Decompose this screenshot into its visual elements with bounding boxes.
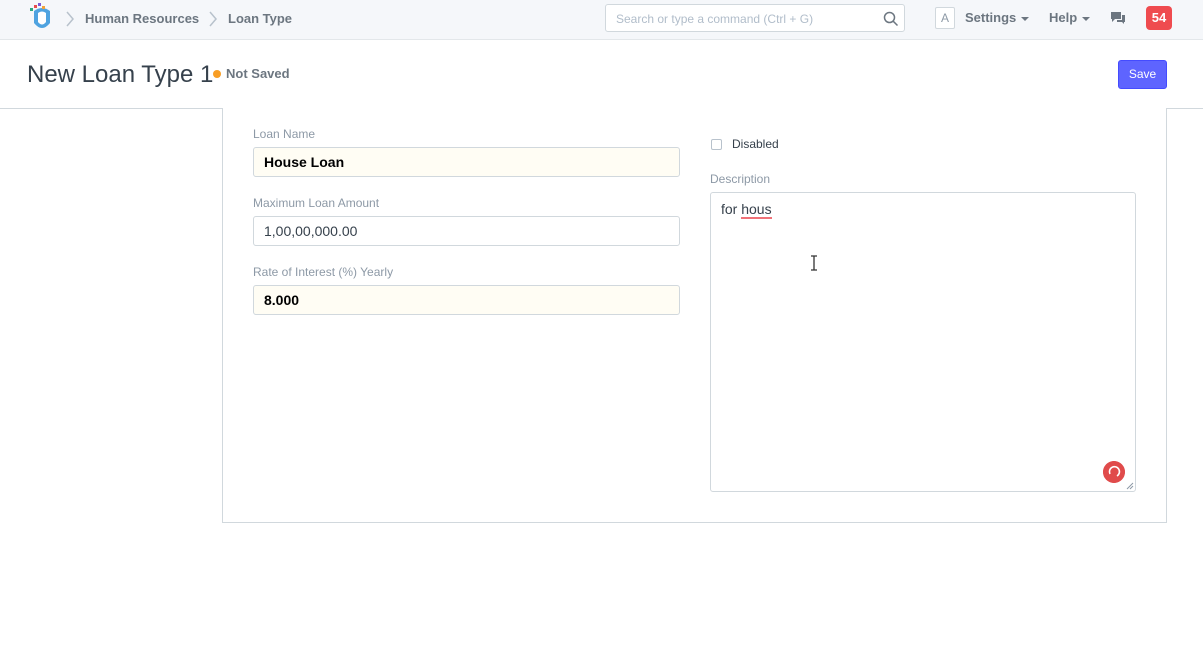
avatar[interactable]: A (935, 7, 955, 29)
caret-down-icon (1082, 16, 1091, 21)
search-input[interactable]: Search or type a command (Ctrl + G) (605, 4, 905, 32)
chevron-right-icon (66, 11, 74, 27)
chat-icon[interactable] (1110, 11, 1126, 25)
app-logo-icon[interactable] (28, 3, 56, 33)
text-cursor-icon (811, 255, 817, 271)
loan-name-field[interactable]: House Loan (253, 147, 680, 177)
max-amount-label: Maximum Loan Amount (253, 196, 380, 210)
settings-label: Settings (965, 10, 1017, 25)
status-badge: Not Saved (226, 66, 290, 81)
caret-down-icon (1021, 16, 1030, 21)
resize-handle-icon[interactable] (1126, 482, 1134, 490)
misspelled-word[interactable]: hous (741, 201, 772, 219)
navbar: Human Resources Loan Type Search or type… (0, 0, 1203, 40)
description-text-prefix: for (721, 201, 742, 217)
search-icon[interactable] (883, 11, 899, 27)
description-textarea[interactable]: for hous (710, 192, 1136, 492)
help-menu[interactable]: Help (1049, 10, 1091, 25)
rate-of-interest-field[interactable]: 8.000 (253, 285, 680, 315)
page-title: New Loan Type 1 (27, 61, 214, 88)
chevron-right-icon (209, 11, 217, 27)
help-label: Help (1049, 10, 1078, 25)
loan-name-label: Loan Name (253, 127, 316, 141)
disabled-label[interactable]: Disabled (732, 137, 779, 151)
breadcrumb-loan-type[interactable]: Loan Type (228, 11, 292, 26)
grammar-check-icon[interactable] (1103, 461, 1125, 483)
max-loan-amount-field[interactable]: 1,00,00,000.00 (253, 216, 680, 246)
breadcrumb-human-resources[interactable]: Human Resources (85, 11, 199, 26)
description-text: for hous (721, 201, 772, 219)
disabled-checkbox[interactable] (711, 139, 722, 150)
notification-badge[interactable]: 54 (1146, 6, 1172, 30)
save-button[interactable]: Save (1118, 60, 1167, 89)
status-indicator (213, 70, 221, 78)
settings-menu[interactable]: Settings (965, 10, 1030, 25)
search-placeholder: Search or type a command (Ctrl + G) (616, 12, 814, 26)
rate-label: Rate of Interest (%) Yearly (253, 265, 394, 279)
description-label: Description (710, 172, 771, 186)
